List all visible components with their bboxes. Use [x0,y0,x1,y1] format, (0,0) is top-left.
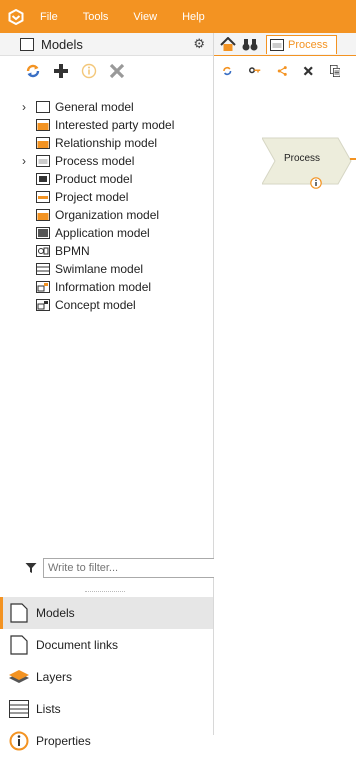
doc-icon [36,101,50,113]
refresh-icon[interactable] [222,64,233,78]
delete-icon[interactable] [303,64,314,78]
copy-icon[interactable] [329,63,341,79]
nav-layers[interactable]: Layers [0,661,213,693]
project-icon [36,191,50,203]
tree-item-swimlane-model[interactable]: Swimlane model [0,260,213,278]
tree-item-organization-model[interactable]: Organization model [0,206,213,224]
diagram-canvas[interactable]: Process [214,85,356,735]
info-icon[interactable] [310,177,322,189]
nav-label: Properties [36,734,91,748]
layers-icon [8,668,30,686]
filter-input[interactable] [43,558,226,578]
concept-icon [36,299,50,311]
tree-item-label: Organization model [55,208,160,222]
chevron-right-icon[interactable]: › [22,100,36,114]
tree-item-label: Information model [55,280,152,294]
connector-line [350,158,356,160]
tree-item-label: General model [55,100,134,114]
tree-item-concept-model[interactable]: Concept model [0,296,213,314]
process-shape-label: Process [283,153,321,164]
document-link-icon [8,635,30,655]
filter-bar [25,558,226,578]
models-panel: Models ⚙ › General model Interested part… [0,33,226,751]
bpmn-icon [36,245,50,257]
tree-item-bpmn[interactable]: BPMN [0,242,213,260]
key-icon[interactable] [248,64,261,78]
tree-item-label: Concept model [55,298,136,312]
editor-toolbar [214,56,356,86]
menubar: File Tools View Help [0,0,356,33]
process-doc-icon [36,155,50,167]
nav-models[interactable]: Models [0,597,213,629]
models-toolbar [0,56,213,86]
tree-item-relationship-model[interactable]: Relationship model [0,134,213,152]
menu-help[interactable]: Help [182,11,205,23]
tab-label: Process [288,38,328,51]
tree-item-project-model[interactable]: Project model [0,188,213,206]
info-icon[interactable] [81,63,97,79]
lists-icon [8,700,30,718]
tree-item-application-model[interactable]: Application model [0,224,213,242]
tree-item-product-model[interactable]: Product model [0,170,213,188]
swimlane-icon [36,263,50,275]
folder-icon [36,209,50,221]
tree-item-label: Interested party model [55,118,175,132]
tree-item-information-model[interactable]: Information model [0,278,213,296]
plus-icon[interactable] [53,63,69,79]
document-icon [8,603,30,623]
editor-tabbar: Process [214,33,356,56]
binoculars-icon[interactable] [242,38,258,51]
menu-tools[interactable]: Tools [83,11,109,23]
models-panel-title: Models [41,36,83,52]
tree-item-process-model[interactable]: › Process model [0,152,213,170]
tree-item-label: Project model [55,190,129,204]
editor-panel: Process Process [214,33,356,735]
tree-item-label: Process model [55,154,135,168]
filter-icon [25,563,37,573]
nav-lists[interactable]: Lists [0,693,213,725]
home-icon[interactable] [220,36,236,52]
tree-item-interested-party-model[interactable]: Interested party model [0,116,213,134]
nav-label: Layers [36,670,73,684]
document-icon [20,37,34,51]
gear-icon[interactable]: ⚙ [193,36,205,52]
tree-item-general-model[interactable]: › General model [0,98,213,116]
tree-item-label: Swimlane model [55,262,144,276]
tree-item-label: BPMN [55,244,90,258]
tab-process[interactable]: Process [266,34,337,54]
app-logo-icon [8,8,24,25]
nav-label: Lists [36,702,61,716]
tree-item-label: Application model [55,226,150,240]
product-icon [36,173,50,185]
tree-item-label: Relationship model [55,136,158,150]
menu-file[interactable]: File [40,11,58,23]
folder-icon [36,137,50,149]
refresh-icon[interactable] [25,63,41,79]
nav-label: Document links [36,638,119,652]
model-tree: › General model Interested party model R… [0,98,213,314]
close-icon[interactable] [109,63,125,79]
chevron-right-icon[interactable]: › [22,154,36,168]
models-panel-header: Models ⚙ [0,33,213,56]
application-icon [36,227,50,239]
bottom-nav: Models Document links Layers Lists Prope… [0,597,213,757]
document-icon [270,38,284,51]
nav-label: Models [36,606,75,620]
nav-document-links[interactable]: Document links [0,629,213,661]
folder-icon [36,119,50,131]
menu-view[interactable]: View [133,11,157,23]
share-icon[interactable] [277,64,288,78]
nav-properties[interactable]: Properties [0,725,213,757]
splitter-handle[interactable] [85,591,125,594]
properties-icon [8,731,30,751]
tree-item-label: Product model [55,172,133,186]
information-icon [36,281,50,293]
